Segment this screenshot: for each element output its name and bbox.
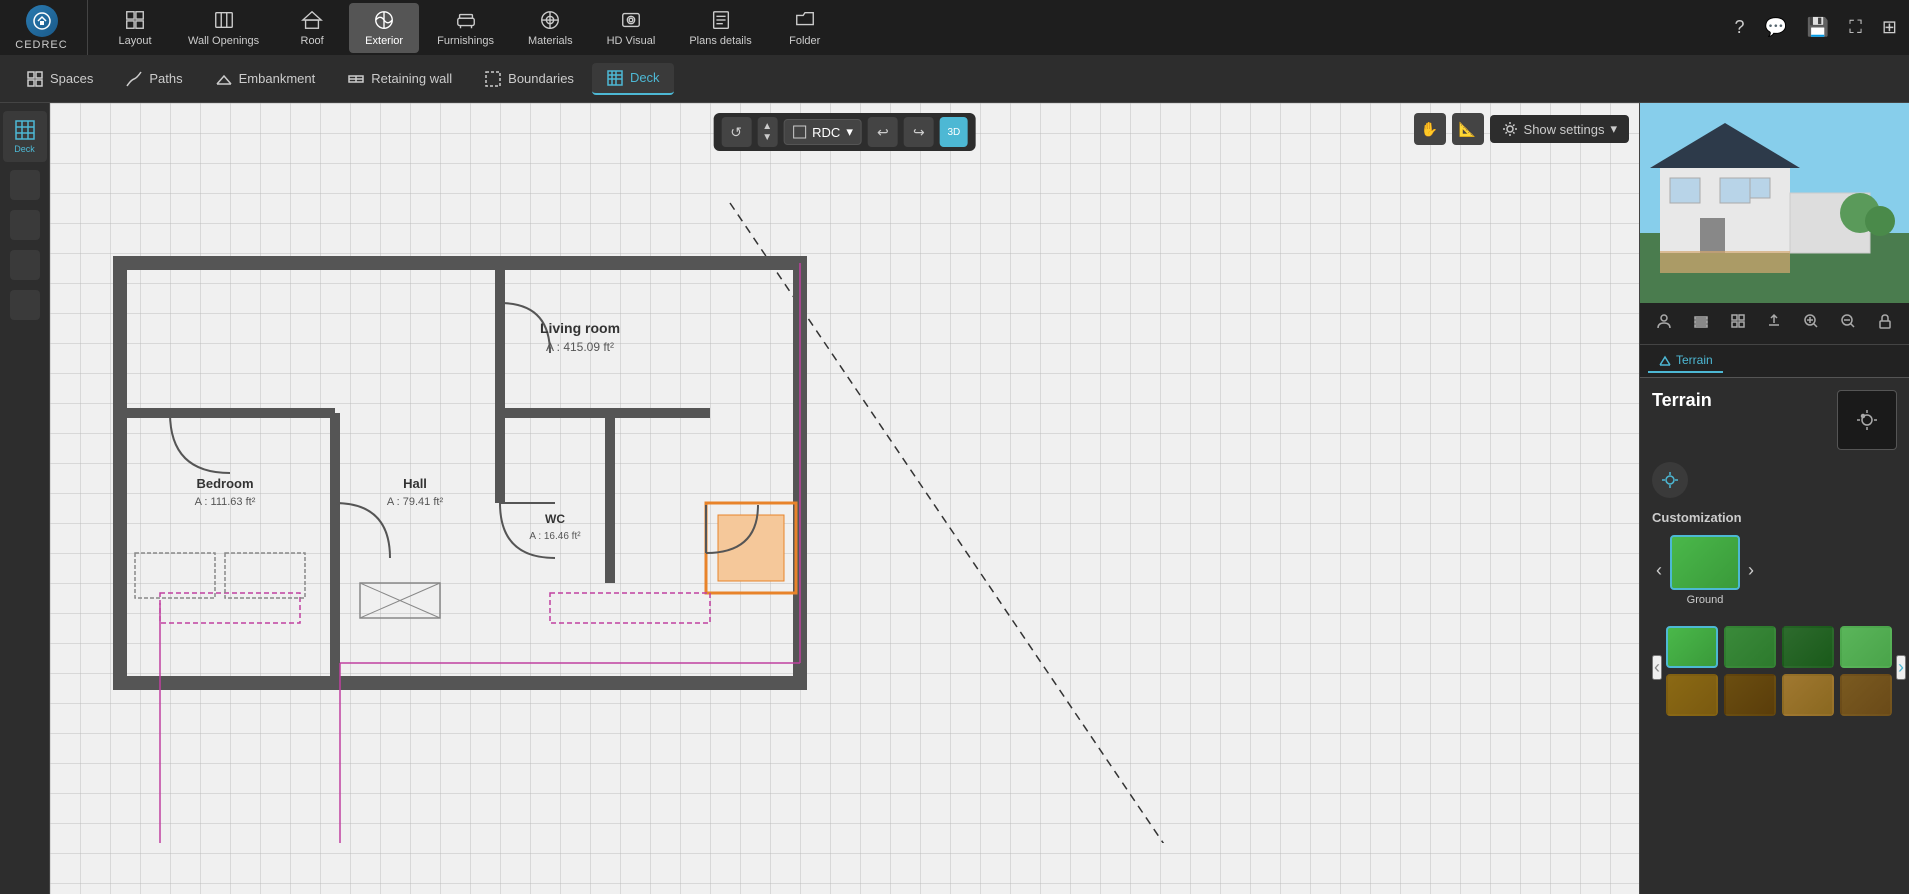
toolbar-item-exterior[interactable]: Exterior (349, 3, 419, 53)
undo-button[interactable]: ↩ (868, 117, 898, 147)
terrain-content: Terrain (1640, 378, 1909, 894)
ground-swatch[interactable]: Ground (1670, 535, 1740, 606)
swatches-with-arrows: ‹ › (1652, 618, 1897, 716)
left-sidebar: Deck (0, 103, 50, 894)
swatch-brown-3[interactable] (1782, 674, 1834, 716)
sub-item-boundaries[interactable]: Boundaries (470, 64, 588, 94)
panel-icons (1640, 303, 1909, 345)
toolbar-item-roof[interactable]: Roof (277, 3, 347, 53)
customize-icon (1652, 462, 1688, 498)
lock-icon-btn[interactable] (1869, 309, 1901, 338)
zoom-in-icon-btn[interactable] (1795, 309, 1827, 338)
ground-swatch-box[interactable] (1670, 535, 1740, 590)
toolbar-item-wall-openings[interactable]: Wall Openings (172, 3, 275, 53)
canvas-area: ↺ ▲▼ RDC ▾ ↩ ↪ 3D ✋ 📐 (50, 103, 1639, 894)
terrain-title: Terrain (1652, 390, 1712, 411)
swatch-brown-2[interactable] (1724, 674, 1776, 716)
sidebar-item-3[interactable] (10, 210, 40, 240)
canvas-toolbar: ↺ ▲▼ RDC ▾ ↩ ↪ 3D (713, 113, 976, 151)
app-title: CEDREC (15, 39, 67, 51)
floor-plan-svg: Living room A : 415.09 ft² Bedroom A : 1… (70, 163, 1250, 843)
main-area: Deck ↺ ▲▼ RDC ▾ ↩ ↪ 3D (0, 103, 1909, 894)
ground-carousel: ‹ Ground › (1652, 535, 1897, 606)
grid-icon-btn[interactable] (1722, 309, 1754, 338)
swatches-right-button[interactable]: › (1896, 655, 1906, 680)
sidebar-item-2[interactable] (10, 170, 40, 200)
toolbar-item-hd-visual[interactable]: HD Visual (591, 3, 672, 53)
toolbar-item-materials[interactable]: Materials (512, 3, 589, 53)
swatches-row-1 (1666, 626, 1892, 668)
upload-icon-btn[interactable] (1758, 309, 1790, 338)
svg-text:Hall: Hall (403, 476, 427, 491)
top-toolbar: CEDREC Layout Wall Openings Roo (0, 0, 1909, 55)
swatch-green-1[interactable] (1666, 626, 1718, 668)
show-settings-button[interactable]: Show settings ▾ (1490, 115, 1629, 143)
svg-text:A : 16.46 ft²: A : 16.46 ft² (529, 531, 581, 542)
person-icon-btn[interactable] (1648, 309, 1680, 338)
customization-label: Customization (1652, 510, 1897, 525)
help-button[interactable]: ? (1730, 13, 1748, 42)
3d-button[interactable]: 3D (940, 117, 968, 147)
chat-button[interactable]: 💬 (1760, 13, 1790, 42)
swatch-green-3[interactable] (1782, 626, 1834, 668)
toolbar-item-plans-details[interactable]: Plans details (673, 3, 767, 53)
toolbar-item-furnishings[interactable]: Furnishings (421, 3, 510, 53)
house-preview-svg (1640, 103, 1909, 303)
windows-button[interactable]: ⊞ (1878, 13, 1901, 42)
terrain-tab-bar: Terrain (1640, 345, 1909, 378)
svg-text:A : 79.41 ft²: A : 79.41 ft² (387, 496, 444, 508)
svg-text:Living room: Living room (540, 320, 620, 336)
sidebar-item-4[interactable] (10, 250, 40, 280)
measure-button[interactable]: 📐 (1452, 113, 1484, 145)
svg-text:Bedroom: Bedroom (196, 476, 253, 491)
swatch-green-4[interactable] (1840, 626, 1892, 668)
sub-toolbar: Spaces Paths Embankment Retaining wall B… (0, 55, 1909, 103)
bar-icon-btn[interactable] (1685, 309, 1717, 338)
redo-button[interactable]: ↪ (904, 117, 934, 147)
refresh-button[interactable]: ↺ (721, 117, 751, 147)
svg-text:WC: WC (545, 512, 565, 526)
sub-item-deck[interactable]: Deck (592, 63, 674, 95)
pan-button[interactable]: ✋ (1414, 113, 1446, 145)
svg-text:A : 415.09 ft²: A : 415.09 ft² (546, 340, 614, 354)
logo-area[interactable]: CEDREC (8, 0, 88, 55)
sub-item-paths[interactable]: Paths (111, 64, 196, 94)
floor-select[interactable]: RDC ▾ (783, 119, 862, 145)
canvas-toolbar-right: ✋ 📐 Show settings ▾ (1414, 113, 1629, 145)
swatches-left-button[interactable]: ‹ (1652, 655, 1662, 680)
toolbar-item-folder[interactable]: Folder (770, 3, 840, 53)
up-down-button[interactable]: ▲▼ (757, 117, 777, 147)
terrain-icon-box (1837, 390, 1897, 450)
sub-item-retaining-wall[interactable]: Retaining wall (333, 64, 466, 94)
svg-text:A : 111.63 ft²: A : 111.63 ft² (195, 496, 256, 508)
toolbar-item-layout[interactable]: Layout (100, 3, 170, 53)
swatches-row-2 (1666, 674, 1892, 716)
toolbar-items: Layout Wall Openings Roof (100, 3, 1730, 53)
carousel-right-button[interactable]: › (1744, 556, 1758, 585)
swatches-grid (1666, 626, 1892, 716)
terrain-tab[interactable]: Terrain (1648, 349, 1723, 373)
swatch-green-2[interactable] (1724, 626, 1776, 668)
save-button[interactable]: 💾 (1803, 13, 1833, 42)
logo-icon (26, 5, 58, 37)
sidebar-item-5[interactable] (10, 290, 40, 320)
sub-item-spaces[interactable]: Spaces (12, 64, 107, 94)
preview-area (1640, 103, 1909, 303)
toolbar-right: ? 💬 💾 ⛶ ⊞ (1730, 13, 1901, 42)
zoom-out-icon-btn[interactable] (1832, 309, 1864, 338)
sub-item-embankment[interactable]: Embankment (201, 64, 330, 94)
fullscreen-button[interactable]: ⛶ (1845, 13, 1866, 42)
right-panel: Terrain Terrain (1639, 103, 1909, 894)
carousel-left-button[interactable]: ‹ (1652, 556, 1666, 585)
sidebar-item-deck[interactable]: Deck (3, 111, 47, 162)
swatch-brown-1[interactable] (1666, 674, 1718, 716)
swatch-brown-4[interactable] (1840, 674, 1892, 716)
